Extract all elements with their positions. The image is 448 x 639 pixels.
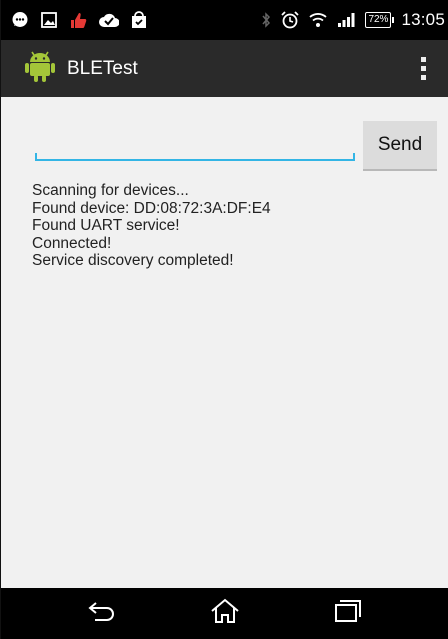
- overflow-dot: [420, 57, 426, 62]
- overflow-dot: [420, 75, 426, 80]
- log-line: Scanning for devices...: [32, 182, 189, 199]
- status-time: 13:05: [401, 10, 445, 29]
- wifi-icon: [309, 12, 328, 28]
- thumbs-up-icon: [69, 11, 87, 29]
- action-bar: BLETest: [1, 40, 448, 97]
- input-edge-left: [35, 153, 37, 161]
- main-content: Send Scanning for devices... Found devic…: [1, 97, 448, 588]
- log-line: Connected!: [32, 234, 112, 252]
- image-icon: [41, 12, 57, 28]
- signal-icon: [337, 12, 355, 28]
- log-line: Found device: DD:08:72:3A:DF:E4: [32, 199, 271, 217]
- message-input[interactable]: [35, 127, 355, 161]
- phone-screen: 72% 13:05 BLETest Send Scanning for devi…: [0, 0, 448, 639]
- recent-apps-button[interactable]: [318, 594, 378, 634]
- overflow-menu-icon[interactable]: [411, 49, 435, 89]
- app-title: BLETest: [67, 57, 138, 79]
- navigation-bar: [1, 588, 448, 639]
- shopping-bag-icon: [131, 11, 147, 29]
- input-edge-right: [353, 153, 355, 161]
- home-icon: [210, 598, 240, 629]
- battery-icon: 72%: [365, 12, 395, 28]
- log-line: Service discovery completed!: [32, 252, 234, 269]
- status-bar: 72% 13:05: [1, 0, 448, 40]
- alarm-icon: [281, 11, 300, 29]
- send-button[interactable]: Send: [363, 121, 437, 171]
- notification-icons: [11, 11, 147, 29]
- log-line: Found UART service!: [32, 217, 180, 234]
- back-icon: [87, 600, 117, 627]
- checkmark-cloud-icon: [99, 12, 119, 28]
- log-output: Scanning for devices... Found device: DD…: [32, 182, 432, 270]
- system-icons: 72% 13:05: [261, 10, 445, 30]
- chat-icon: [11, 11, 29, 29]
- home-button[interactable]: [195, 594, 255, 634]
- back-button[interactable]: [72, 594, 132, 634]
- android-icon: [25, 49, 55, 88]
- bluetooth-icon: [261, 12, 271, 28]
- recent-apps-icon: [334, 599, 362, 628]
- overflow-dot: [420, 66, 426, 71]
